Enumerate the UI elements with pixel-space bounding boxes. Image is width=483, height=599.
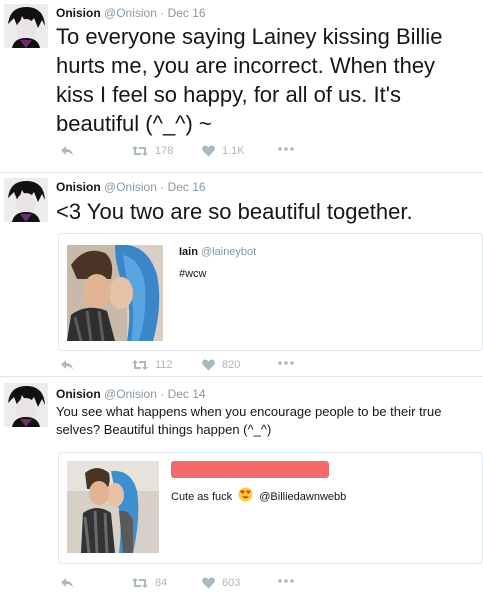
- quoted-photo[interactable]: [67, 245, 163, 341]
- avatar-image: [4, 383, 48, 427]
- reply-icon: [61, 578, 73, 588]
- more-icon: [278, 147, 294, 151]
- heart-eyes-icon: [238, 487, 253, 502]
- more-button[interactable]: [278, 147, 294, 151]
- retweet-count: 112: [155, 359, 173, 371]
- tweet-text-line: <3 You two are so beautiful together.: [56, 199, 413, 224]
- tweet: Onision @Onision · Dec 16 To everyone sa…: [0, 0, 483, 172]
- more-icon: [278, 579, 294, 583]
- more-button[interactable]: [278, 579, 294, 583]
- reply-button[interactable]: [60, 359, 74, 371]
- heart-eyes-emoji: [238, 487, 253, 505]
- avatar[interactable]: [4, 4, 48, 48]
- retweet-count: 84: [155, 577, 168, 589]
- quoted-tweet[interactable]: Iain @laineybot #wcw: [58, 233, 483, 351]
- quoted-photo[interactable]: [67, 461, 159, 553]
- tweet-text: You see what happens when you encourage …: [56, 403, 441, 439]
- heart-icon: [202, 145, 215, 157]
- redacted-author-bar: [171, 461, 329, 478]
- tweet: Onision @Onision · Dec 14 You see what h…: [0, 377, 483, 599]
- retweet-button[interactable]: 112: [132, 359, 173, 371]
- quoted-text-body: Cute as fuck: [171, 491, 233, 503]
- quoted-author-name[interactable]: Iain: [179, 246, 198, 258]
- kiss-photo-image: [67, 461, 159, 553]
- kiss-photo-image: [67, 245, 163, 341]
- author-name[interactable]: Onision: [56, 6, 101, 20]
- heart-icon: [202, 359, 215, 371]
- tweet-header: Onision @Onision · Dec 16: [56, 6, 206, 20]
- tweet-text-line: beautiful (^_^) ~: [56, 111, 212, 136]
- retweet-button[interactable]: 178: [132, 145, 173, 157]
- more-icon: [278, 361, 294, 365]
- tweet-actions: 112 820: [56, 359, 456, 375]
- tweet-text-line: selves? Beautiful things happen (^_^): [56, 422, 272, 437]
- tweet-text-line: You see what happens when you encourage …: [56, 404, 442, 419]
- tweet-date[interactable]: Dec 16: [168, 180, 206, 194]
- quoted-mention[interactable]: @Billiedawnwebb: [259, 491, 346, 503]
- tweet-text: To everyone saying Lainey kissing Billie…: [56, 22, 442, 138]
- heart-icon: [202, 577, 215, 589]
- retweet-button[interactable]: 84: [132, 577, 167, 589]
- like-button[interactable]: 820: [202, 359, 240, 371]
- retweet-icon: [132, 146, 148, 156]
- separator-dot: ·: [160, 180, 165, 194]
- retweet-icon: [132, 360, 148, 370]
- like-button[interactable]: 1.1K: [202, 145, 245, 157]
- author-name[interactable]: Onision: [56, 387, 101, 401]
- like-count: 603: [222, 577, 241, 589]
- tweet-header: Onision @Onision · Dec 16: [56, 180, 206, 194]
- quoted-author-handle[interactable]: @laineybot: [201, 246, 256, 258]
- tweet-date[interactable]: Dec 16: [168, 6, 206, 20]
- tweet-actions: 84 603: [56, 577, 456, 593]
- reply-icon: [61, 360, 73, 370]
- like-count: 820: [222, 359, 241, 371]
- tweet-text-line: hurts me, you are incorrect. When they: [56, 53, 436, 78]
- separator-dot: ·: [160, 6, 165, 20]
- avatar-image: [4, 4, 48, 48]
- like-button[interactable]: 603: [202, 577, 240, 589]
- tweet-header: Onision @Onision · Dec 14: [56, 387, 206, 401]
- author-handle[interactable]: @Onision: [104, 387, 157, 401]
- quoted-header: Iain @laineybot: [179, 246, 256, 258]
- more-button[interactable]: [278, 361, 294, 365]
- reply-button[interactable]: [60, 577, 74, 589]
- avatar-image: [4, 178, 48, 222]
- author-handle[interactable]: @Onision: [104, 180, 157, 194]
- author-name[interactable]: Onision: [56, 180, 101, 194]
- quoted-text: Cute as fuck @Billiedawnwebb: [171, 487, 346, 505]
- retweet-icon: [132, 578, 148, 588]
- retweet-count: 178: [155, 145, 174, 157]
- tweet-text-line: To everyone saying Lainey kissing Billie: [56, 24, 443, 49]
- reply-icon: [61, 146, 73, 156]
- avatar[interactable]: [4, 178, 48, 222]
- tweet-text: <3 You two are so beautiful together.: [56, 197, 413, 226]
- quoted-tweet[interactable]: Cute as fuck @Billiedawnwebb: [58, 452, 483, 564]
- tweet-actions: 178 1.1K: [56, 145, 456, 161]
- reply-button[interactable]: [60, 145, 74, 157]
- tweet: Onision @Onision · Dec 16 <3 You two are…: [0, 173, 483, 373]
- tweet-date[interactable]: Dec 14: [168, 387, 206, 401]
- like-count: 1.1K: [222, 145, 245, 157]
- separator-dot: ·: [160, 387, 165, 401]
- avatar[interactable]: [4, 383, 48, 427]
- author-handle[interactable]: @Onision: [104, 6, 157, 20]
- quoted-text: #wcw: [179, 268, 207, 280]
- tweet-text-line: kiss I feel so happy, for all of us. It'…: [56, 82, 401, 107]
